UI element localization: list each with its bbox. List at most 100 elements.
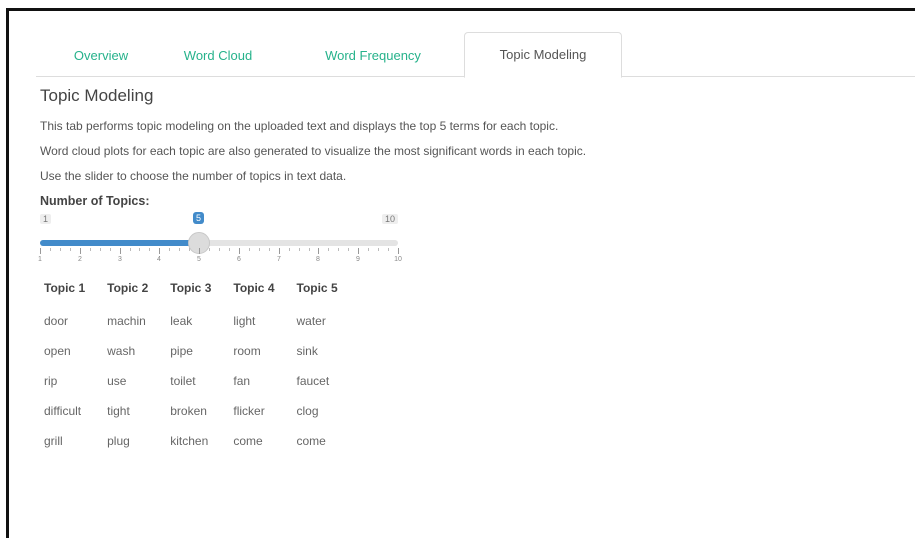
slider-minor-tick — [209, 248, 210, 251]
slider-minor-tick — [70, 248, 71, 251]
slider-minor-tick — [309, 248, 310, 251]
slider-minor-tick — [139, 248, 140, 251]
table-header-topic-2: Topic 2 — [107, 281, 149, 295]
slider-value-label: 5 — [193, 212, 205, 224]
table-cell: open — [44, 344, 71, 358]
tab-bar: Overview Word Cloud Word Frequency Topic… — [36, 26, 915, 78]
table-cell: tight — [107, 404, 130, 418]
tab-word-cloud[interactable]: Word Cloud — [166, 36, 270, 76]
table-cell: kitchen — [170, 434, 209, 448]
table-cell: fan — [233, 374, 251, 388]
slider-minor-tick — [229, 248, 230, 251]
table-cell: faucet — [296, 374, 330, 388]
table-cell: come — [233, 434, 263, 448]
slider-minor-tick — [259, 248, 260, 251]
slider-tick-label: 7 — [277, 256, 281, 263]
slider-minor-tick — [348, 248, 349, 251]
tab-content: Topic Modeling This tab performs topic m… — [38, 86, 900, 456]
table-row: rip use toilet fan faucet — [44, 366, 360, 396]
slider-minor-tick — [289, 248, 290, 251]
slider-minor-tick — [368, 248, 369, 251]
table-header-topic-3: Topic 3 — [170, 281, 212, 295]
slider-minor-tick — [189, 248, 190, 251]
tab-word-frequency[interactable]: Word Frequency — [298, 36, 448, 76]
table-header-row: Topic 1 Topic 2 Topic 3 Topic 4 Topic 5 — [44, 278, 360, 306]
table-row: open wash pipe room sink — [44, 336, 360, 366]
table-cell: water — [296, 314, 326, 328]
topics-table: Topic 1 Topic 2 Topic 3 Topic 4 Topic 5 … — [44, 278, 360, 456]
table-row: grill plug kitchen come come — [44, 426, 360, 456]
slider-min-label: 1 — [40, 214, 52, 224]
table-cell: clog — [296, 404, 319, 418]
table-cell: sink — [296, 344, 318, 358]
table-row: difficult tight broken flicker clog — [44, 396, 360, 426]
slider-tick-label: 3 — [118, 256, 122, 263]
tab-topic-modeling[interactable]: Topic Modeling — [464, 32, 622, 78]
slider-tick — [239, 248, 240, 254]
slider-tick-label: 10 — [394, 256, 402, 263]
slider-minor-tick — [219, 248, 220, 251]
slider-max-label: 10 — [381, 214, 398, 224]
table-cell: rip — [44, 374, 58, 388]
slider-minor-tick — [179, 248, 180, 251]
slider-tick-label: 2 — [78, 256, 82, 263]
slider-minor-tick — [378, 248, 379, 251]
table-cell: pipe — [170, 344, 193, 358]
slider-minor-tick — [60, 248, 61, 251]
table-cell: leak — [170, 314, 193, 328]
slider-minor-tick — [299, 248, 300, 251]
table-cell: grill — [44, 434, 63, 448]
table-cell: toilet — [170, 374, 196, 388]
slider-label: Number of Topics: — [40, 194, 150, 208]
table-cell: room — [233, 344, 261, 358]
slider-minor-tick — [328, 248, 329, 251]
slider-tick — [398, 248, 399, 254]
table-row: door machin leak light water — [44, 306, 360, 336]
slider-tick — [358, 248, 359, 254]
slider-tick-label: 6 — [237, 256, 241, 263]
table-cell: broken — [170, 404, 207, 418]
slider-tick — [199, 248, 200, 254]
description-line-2: Word cloud plots for each topic are also… — [40, 144, 587, 158]
slider-tick — [159, 248, 160, 254]
slider-fill — [40, 240, 199, 246]
slider-tick — [80, 248, 81, 254]
slider-tick — [318, 248, 319, 254]
slider-minor-tick — [110, 248, 111, 251]
table-cell: door — [44, 314, 69, 328]
slider-tick — [279, 248, 280, 254]
slider-minor-tick — [100, 248, 101, 251]
slider-minor-tick — [90, 248, 91, 251]
table-cell: light — [233, 314, 256, 328]
slider-ticks: 1 2 3 4 5 6 7 8 9 10 — [38, 248, 402, 268]
description-line-1: This tab performs topic modeling on the … — [40, 119, 559, 133]
table-cell: come — [296, 434, 326, 448]
slider-tick — [120, 248, 121, 254]
slider-minor-tick — [388, 248, 389, 251]
slider-minor-tick — [249, 248, 250, 251]
table-cell: wash — [107, 344, 136, 358]
table-cell: difficult — [44, 404, 82, 418]
slider-tick-label: 1 — [38, 256, 42, 263]
tab-overview[interactable]: Overview — [58, 36, 144, 76]
page-title: Topic Modeling — [40, 86, 154, 105]
slider-minor-tick — [338, 248, 339, 251]
slider-minor-tick — [50, 248, 51, 251]
slider-minor-tick — [149, 248, 150, 251]
table-header-topic-1: Topic 1 — [44, 281, 86, 295]
slider-tick-label: 8 — [316, 256, 320, 263]
topics-slider[interactable]: 1 10 5 1 2 3 4 5 6 7 8 9 10 — [38, 212, 402, 270]
table-header-topic-5: Topic 5 — [296, 281, 338, 295]
description-line-3: Use the slider to choose the number of t… — [40, 169, 347, 183]
slider-minor-tick — [130, 248, 131, 251]
table-cell: machin — [107, 314, 146, 328]
slider-minor-tick — [169, 248, 170, 251]
slider-tick — [40, 248, 41, 254]
table-header-topic-4: Topic 4 — [233, 281, 275, 295]
slider-tick-label: 4 — [157, 256, 161, 263]
table-cell: flicker — [233, 404, 265, 418]
slider-minor-tick — [269, 248, 270, 251]
slider-tick-label: 9 — [356, 256, 360, 263]
table-cell: use — [107, 374, 127, 388]
slider-tick-label: 5 — [197, 256, 201, 263]
